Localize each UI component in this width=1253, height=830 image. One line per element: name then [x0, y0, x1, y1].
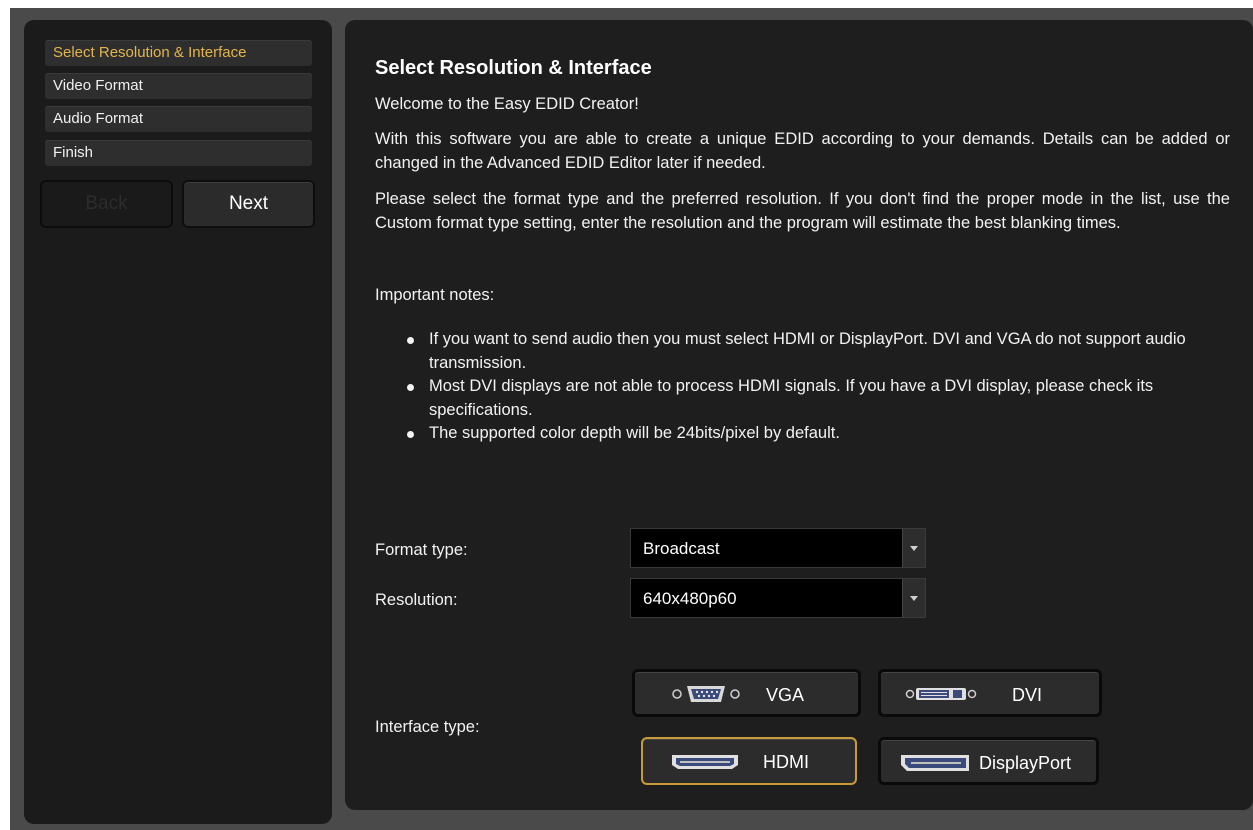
- interface-displayport-label: DisplayPort: [979, 753, 1072, 773]
- note-item: Most DVI displays are not able to proces…: [407, 375, 1230, 422]
- note-item: If you want to send audio then you must …: [407, 328, 1230, 375]
- interface-vga-label: VGA: [766, 685, 805, 705]
- resolution-label: Resolution:: [375, 591, 458, 609]
- chevron-down-icon[interactable]: [902, 529, 925, 567]
- back-button[interactable]: Back: [40, 180, 173, 228]
- note-item: The supported color depth will be 24bits…: [407, 422, 1230, 446]
- interface-hdmi-button[interactable]: HDMI: [641, 737, 857, 785]
- chevron-down-icon[interactable]: [902, 579, 925, 617]
- interface-dvi-button[interactable]: DVI: [878, 669, 1102, 717]
- notes-heading: Important notes:: [375, 286, 495, 304]
- vga-connector-icon: [672, 686, 740, 702]
- page-title: Select Resolution & Interface: [375, 57, 652, 79]
- format-type-label: Format type:: [375, 541, 468, 559]
- resolution-value: 640x480p60: [643, 589, 737, 608]
- resolution-select[interactable]: 640x480p60: [630, 578, 926, 618]
- intro-paragraph: With this software you are able to creat…: [375, 130, 1230, 172]
- step-select-resolution-interface[interactable]: Select Resolution & Interface: [45, 40, 312, 66]
- notes-list: If you want to send audio then you must …: [375, 328, 1230, 446]
- interface-displayport-button[interactable]: DisplayPort: [878, 737, 1099, 785]
- dvi-connector-icon: [905, 688, 977, 700]
- displayport-connector-icon: [901, 755, 969, 771]
- format-type-select[interactable]: Broadcast: [630, 528, 926, 568]
- welcome-text: Welcome to the Easy EDID Creator!: [375, 95, 639, 113]
- format-type-value: Broadcast: [643, 539, 720, 558]
- interface-dvi-label: DVI: [1012, 685, 1043, 705]
- hdmi-connector-icon: [672, 755, 738, 769]
- step-video-format[interactable]: Video Format: [45, 73, 312, 99]
- instructions-paragraph: Please select the format type and the pr…: [375, 190, 1230, 232]
- next-button[interactable]: Next: [182, 180, 315, 228]
- interface-type-label: Interface type:: [375, 718, 480, 736]
- step-audio-format[interactable]: Audio Format: [45, 106, 312, 132]
- step-finish[interactable]: Finish: [45, 140, 312, 166]
- interface-hdmi-label: HDMI: [763, 752, 809, 772]
- interface-vga-button[interactable]: VGA: [632, 669, 861, 717]
